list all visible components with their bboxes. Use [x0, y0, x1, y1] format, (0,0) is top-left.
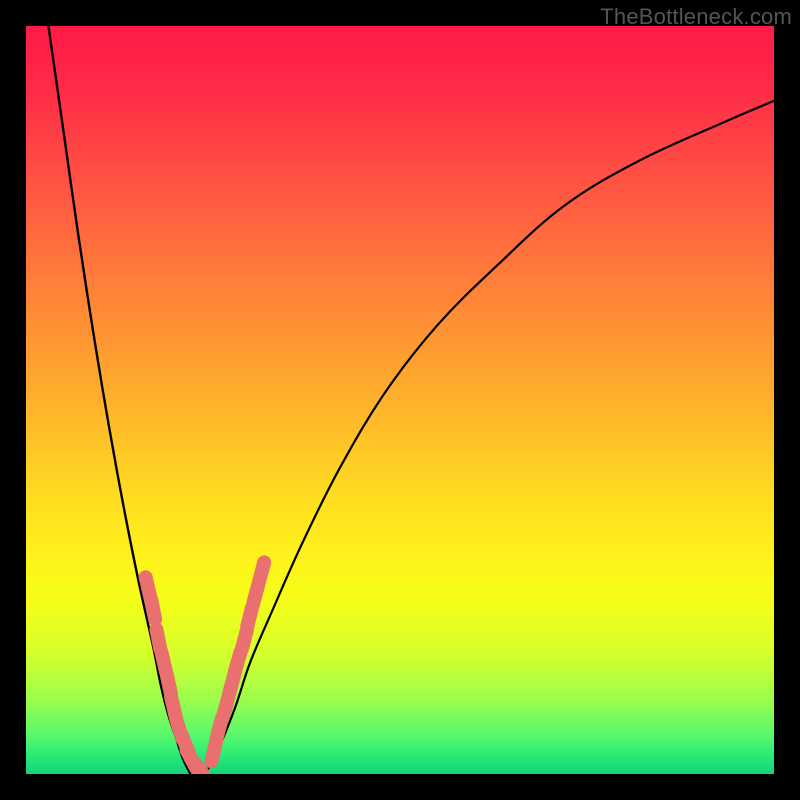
chart-svg: [26, 26, 774, 774]
markers-right: [211, 562, 264, 761]
plot-area: [26, 26, 774, 774]
curve-right: [206, 101, 774, 774]
markers-left: [146, 577, 204, 774]
chart-frame: TheBottleneck.com: [0, 0, 800, 800]
curve-right-group: [206, 101, 774, 774]
